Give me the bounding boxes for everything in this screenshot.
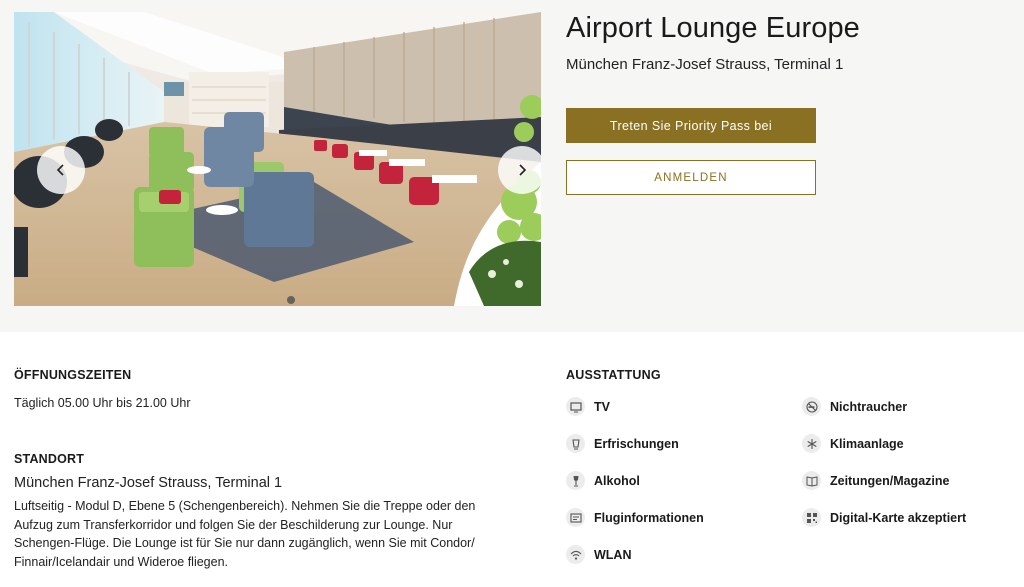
location-heading: STANDORT (14, 452, 85, 466)
amenity-label: Erfrischungen (594, 436, 679, 451)
amenity-flight-info: Fluginformationen (566, 508, 704, 527)
amenity-label: Alkohol (594, 473, 640, 488)
opening-hours-heading: ÖFFNUNGSZEITEN (14, 368, 132, 382)
location-description: Luftseitig - Modul D, Ebene 5 (Schengenb… (14, 499, 476, 569)
carousel-next-button[interactable] (498, 146, 541, 194)
lounge-title: Airport Lounge Europe (566, 12, 860, 44)
wine-glass-icon (566, 471, 585, 490)
snowflake-icon (802, 434, 821, 453)
login-button[interactable]: ANMELDEN (566, 160, 816, 195)
newspaper-icon (802, 471, 821, 490)
lounge-details: ÖFFNUNGSZEITEN Täglich 05.00 Uhr bis 21.… (0, 332, 1024, 587)
opening-hours-text: Täglich 05.00 Uhr bis 21.00 Uhr (14, 396, 191, 410)
lounge-photo (14, 12, 541, 306)
amenity-label: Klimaanlage (830, 436, 904, 451)
amenity-tv: TV (566, 397, 610, 416)
carousel-indicator-dot[interactable] (287, 296, 295, 304)
amenity-alcohol: Alkohol (566, 471, 640, 490)
lounge-subtitle: München Franz-Josef Strauss, Terminal 1 (566, 56, 844, 73)
amenity-non-smoking: Nichtraucher (802, 397, 907, 416)
amenity-air-conditioning: Klimaanlage (802, 434, 904, 453)
qr-code-icon (802, 508, 821, 527)
amenity-label: TV (594, 399, 610, 414)
flight-info-icon (566, 508, 585, 527)
location-name: München Franz-Josef Strauss, Terminal 1 (14, 475, 283, 491)
amenities-heading: AUSSTATTUNG (566, 368, 661, 382)
amenity-label: WLAN (594, 547, 632, 562)
amenity-label: Digital-Karte akzeptiert (830, 510, 967, 525)
join-priority-pass-button[interactable]: Treten Sie Priority Pass bei (566, 108, 816, 143)
amenity-label: Fluginformationen (594, 510, 704, 525)
chevron-right-icon (519, 164, 527, 176)
amenity-digital-card: Digital-Karte akzeptiert (802, 508, 966, 527)
tv-icon (566, 397, 585, 416)
carousel-prev-button[interactable] (37, 146, 85, 194)
amenity-wlan: WLAN (566, 545, 632, 564)
amenity-label: Zeitungen/Magazine (830, 473, 950, 488)
lounge-hero: Airport Lounge Europe München Franz-Jose… (0, 0, 1024, 332)
wifi-icon (566, 545, 585, 564)
cup-icon (566, 434, 585, 453)
no-smoking-icon (802, 397, 821, 416)
amenity-label: Nichtraucher (830, 399, 908, 414)
amenity-newspapers: Zeitungen/Magazine (802, 471, 949, 490)
amenity-refreshments: Erfrischungen (566, 434, 679, 453)
chevron-left-icon (56, 164, 64, 176)
photo-carousel[interactable] (14, 12, 541, 306)
